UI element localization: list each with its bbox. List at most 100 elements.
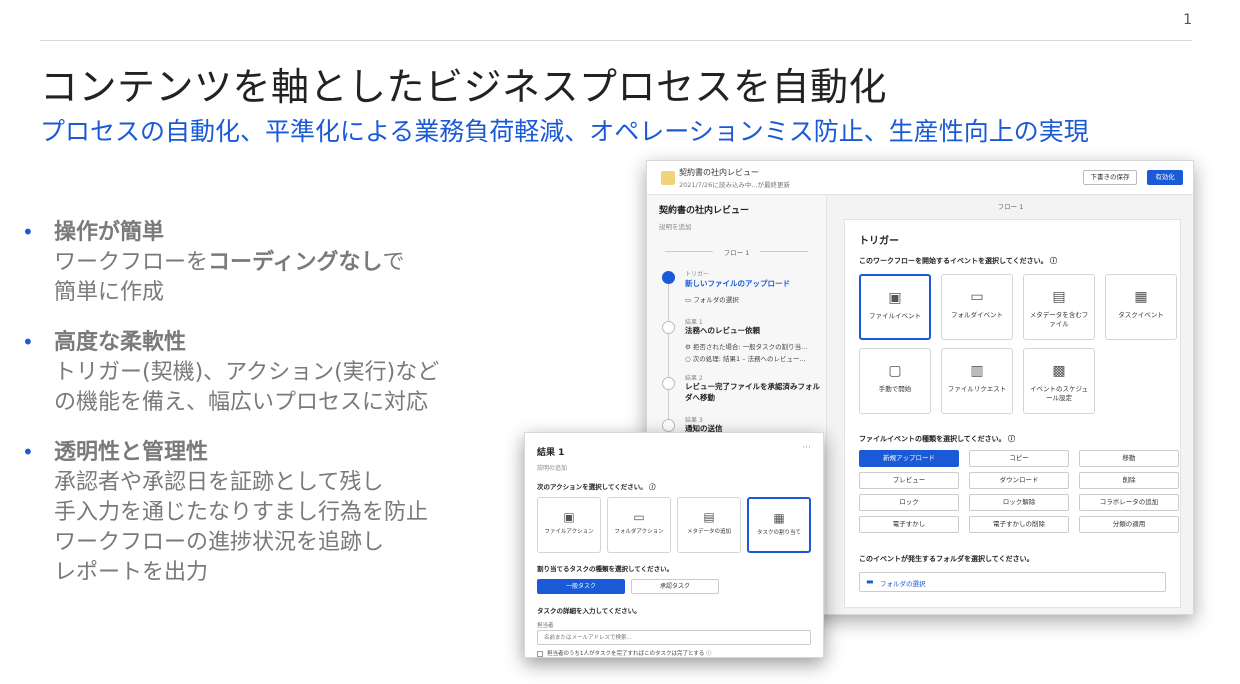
type-unlock[interactable]: ロック解除	[969, 494, 1069, 511]
event-tile-schedule[interactable]: ▩ イベントのスケジュール設定	[1023, 348, 1095, 414]
event-tile-file[interactable]: ▣ ファイルイベント	[859, 274, 931, 340]
feature-line: 手入力を通じたなりすまし行為を防止	[54, 500, 429, 525]
event-tile-file-request[interactable]: ▥ ファイルリクエスト	[941, 348, 1013, 414]
type-lock[interactable]: ロック	[859, 494, 959, 511]
flow-head: フロー 1	[997, 203, 1024, 211]
app-name: 契約書の社内レビュー	[679, 168, 759, 177]
editor-header: 契約書の社内レビュー 2021/7/26に読み込み中...が最終更新 下書きの保…	[647, 161, 1193, 195]
top-divider	[40, 40, 1192, 41]
step-subitem: ○ 次の処理: 結果1 – 法務へのレビュー...	[685, 353, 806, 363]
step-title[interactable]: 法務へのレビュー依頼	[685, 325, 820, 336]
folder-select-text: フォルダの選択	[880, 580, 926, 588]
enable-button[interactable]: 有効化	[1147, 170, 1183, 185]
action-tile-label: タスクの割り当て	[756, 530, 801, 536]
outcome-step-icon[interactable]	[662, 321, 675, 334]
save-draft-button[interactable]: 下書きの保存	[1083, 170, 1137, 185]
action-tile-file[interactable]: ▣ ファイルアクション	[537, 497, 601, 553]
event-question: このワークフローを開始するイベントを選択してください。 ⓘ	[859, 257, 1058, 265]
page-number: 1	[1183, 12, 1192, 28]
step-subitem: ▭ フォルダの選択	[685, 294, 739, 304]
action-tile-assign-task[interactable]: ▦ タスクの割り当て	[747, 497, 811, 553]
task-type-question: 割り当てるタスクの種類を選択してください。	[537, 565, 674, 573]
event-tile-task[interactable]: ▦ タスクイベント	[1105, 274, 1177, 340]
completion-checkbox[interactable]	[537, 650, 543, 657]
step-caption: トリガー	[685, 271, 710, 278]
workflow-name[interactable]: 契約書の社内レビュー	[659, 203, 749, 216]
completion-rule-row[interactable]: 担当者のうち1人がタスクを完了すればこのタスクは完了とする ⓘ	[537, 649, 712, 657]
trigger-step-icon[interactable]	[662, 271, 675, 284]
type-remove-watermark[interactable]: 電子すかしの削除	[969, 516, 1069, 533]
bullet-dot: •	[22, 330, 34, 354]
type-add-collaborator[interactable]: コラボレータの追加	[1079, 494, 1179, 511]
feature-heading: 透明性と管理性	[54, 440, 209, 465]
feature-easy: • 操作が簡単 ワークフローをコーディングなしで 簡単に作成	[22, 218, 522, 308]
feature-line: の機能を備え、幅広いプロセスに対応	[54, 390, 429, 415]
event-tile-manual[interactable]: ▢ 手動で開始	[859, 348, 931, 414]
feature-line: ワークフローの進捗状況を追跡し	[54, 530, 385, 555]
slide-title: コンテンツを軸としたビジネスプロセスを自動化	[40, 65, 888, 109]
feature-line: トリガー(契機)、アクション(実行)など	[54, 360, 440, 385]
type-apply-classification[interactable]: 分類の適用	[1079, 516, 1179, 533]
bell-icon[interactable]	[662, 419, 675, 432]
panel-title: トリガー	[859, 236, 899, 247]
flow-connector-line	[668, 277, 669, 427]
folder-select-field[interactable]: ▬ フォルダの選択	[859, 572, 1166, 592]
event-tile-label: ファイルイベント	[869, 312, 921, 320]
type-move[interactable]: 移動	[1079, 450, 1179, 467]
event-tile-label: メタデータを含むファイル	[1029, 311, 1089, 328]
type-delete[interactable]: 削除	[1079, 472, 1179, 489]
action-question: 次のアクションを選択してください。 ⓘ	[537, 483, 656, 491]
general-task-button[interactable]: 一般タスク	[537, 579, 625, 594]
task-detail-question: タスクの詳細を入力してください。	[537, 607, 641, 615]
feature-transparency: • 透明性と管理性 承認者や承認日を証跡として残し 手入力を通じたなりすまし行為…	[22, 438, 522, 588]
folder-icon: ▭	[970, 289, 984, 305]
type-new-upload[interactable]: 新規アップロード	[859, 450, 959, 467]
outcome-step-icon[interactable]	[662, 377, 675, 390]
action-tile-metadata[interactable]: ▤ メタデータの追加	[677, 497, 741, 553]
last-updated-hint: 2021/7/26に読み込み中...が最終更新	[679, 181, 791, 189]
gear-icon: ⚙	[685, 343, 693, 351]
type-copy[interactable]: コピー	[969, 450, 1069, 467]
feature-heading: 操作が簡単	[54, 220, 165, 245]
event-type-question: ファイルイベントの種類を選択してください。 ⓘ	[859, 435, 1016, 443]
type-download[interactable]: ダウンロード	[969, 472, 1069, 489]
metadata-file-icon: ▤	[1052, 289, 1066, 305]
approval-task-button[interactable]: 承認タスク	[631, 579, 719, 594]
event-tile-label: タスクイベント	[1118, 311, 1164, 319]
bullet-dot: •	[22, 220, 34, 244]
app-icon	[661, 171, 675, 185]
folder-action-icon: ▭	[633, 510, 645, 524]
feature-heading: 高度な柔軟性	[54, 330, 187, 355]
assignee-search-input[interactable]	[537, 630, 811, 645]
slide-subtitle: プロセスの自動化、平準化による業務負荷軽減、オペレーションミス防止、生産性向上の…	[40, 117, 1089, 146]
next-step-icon: ○	[685, 355, 693, 363]
type-preview[interactable]: プレビュー	[859, 472, 959, 489]
add-description-link[interactable]: 説明を追加	[659, 221, 692, 231]
feature-line: 承認者や承認日を証跡として残し	[54, 470, 384, 495]
feature-list: • 操作が簡単 ワークフローをコーディングなしで 簡単に作成 • 高度な柔軟性 …	[22, 218, 522, 608]
manual-start-icon: ▢	[888, 363, 902, 379]
step-title[interactable]: レビュー完了ファイルを承認済みフォルダへ移動	[685, 381, 820, 403]
more-options-icon[interactable]: ···	[802, 443, 811, 453]
event-tile-label: イベントのスケジュール設定	[1029, 385, 1089, 402]
feature-line: レポートを出力	[54, 560, 209, 585]
trigger-panel: トリガー このワークフローを開始するイベントを選択してください。 ⓘ ▣ ファイ…	[844, 219, 1181, 608]
action-tile-folder[interactable]: ▭ フォルダアクション	[607, 497, 671, 553]
calendar-icon: ▩	[1052, 363, 1066, 379]
action-tile-label: フォルダアクション	[614, 529, 664, 535]
event-tile-folder[interactable]: ▭ フォルダイベント	[941, 274, 1013, 340]
action-tile-label: メタデータの追加	[686, 529, 731, 535]
feature-text: で	[382, 250, 405, 275]
type-watermark[interactable]: 電子すかし	[859, 516, 959, 533]
step-title[interactable]: 新しいファイルのアップロード	[685, 278, 820, 289]
step-subitem: ⚙ 拒否された場合: 一般タスクの割り当...	[685, 341, 807, 351]
feature-flexible: • 高度な柔軟性 トリガー(契機)、アクション(実行)など の機能を備え、幅広い…	[22, 328, 522, 418]
task-assign-icon: ▦	[773, 511, 785, 525]
add-description-link[interactable]: 説明の追加	[537, 463, 567, 472]
event-tile-label: 手動で開始	[878, 385, 912, 393]
trigger-config-area: フロー 1 トリガー このワークフローを開始するイベントを選択してください。 ⓘ…	[828, 195, 1193, 614]
task-icon: ▦	[1134, 289, 1148, 305]
event-tile-metadata[interactable]: ▤ メタデータを含むファイル	[1023, 274, 1095, 340]
metadata-icon: ▤	[703, 510, 715, 524]
step-subitem-text: 拒否された場合: 一般タスクの割り当...	[692, 343, 808, 351]
